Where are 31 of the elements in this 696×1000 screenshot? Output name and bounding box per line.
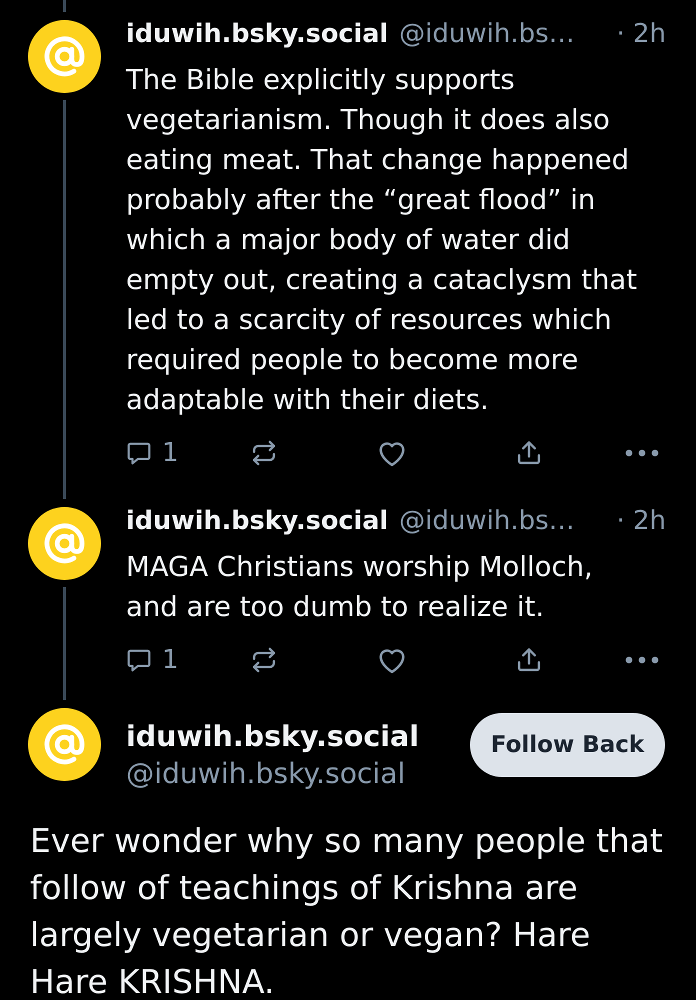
reply-button[interactable]: 1 <box>126 645 179 675</box>
display-name[interactable]: iduwih.bsky.social <box>126 16 388 52</box>
user-handle[interactable]: @iduwih.bsky.social <box>126 756 470 792</box>
display-name[interactable]: iduwih.bsky.social <box>126 718 470 756</box>
repost-button[interactable] <box>250 646 278 674</box>
post-text: MAGA Christians worship Molloch, and are too dumb to realize it. <box>126 550 594 625</box>
speech-bubble-icon <box>126 440 152 466</box>
ellipsis-icon <box>625 449 659 457</box>
repost-button[interactable] <box>250 439 278 467</box>
post-text: The Bible explicitly supports vegetarianism. Though it does also eating meat. That change happened probably after the “great flood” in which a major body of water did empty out, creating a cataclysm that led to a scarcity of resources which required people to become more adaptable with their diets. <box>126 63 638 418</box>
follow-back-button[interactable]: Follow Back <box>470 713 665 777</box>
share-button[interactable] <box>515 646 543 674</box>
share-icon <box>515 439 543 467</box>
post-time: · 2h <box>616 505 666 538</box>
avatar-icon[interactable] <box>28 507 101 580</box>
post-text: Ever wonder why so many people that follow of teachings of Krishna are largely vegetarian or vegan? Hare Hare KRISHNA. <box>30 821 664 1000</box>
share-button[interactable] <box>515 439 543 467</box>
repeat-arrows-icon <box>250 646 278 674</box>
post-time: · 2h <box>616 18 666 51</box>
user-handle[interactable]: @iduwih.bs… <box>399 16 575 52</box>
display-name[interactable]: iduwih.bsky.social <box>126 503 388 539</box>
more-button[interactable] <box>625 656 659 664</box>
ellipsis-icon <box>625 656 659 664</box>
repeat-arrows-icon <box>250 439 278 467</box>
user-handle[interactable]: @iduwih.bs… <box>399 503 575 539</box>
share-icon <box>515 646 543 674</box>
avatar-icon[interactable] <box>28 20 101 93</box>
reply-button[interactable]: 1 <box>126 438 179 468</box>
more-button[interactable] <box>625 449 659 457</box>
speech-bubble-icon <box>126 647 152 673</box>
avatar-icon[interactable] <box>28 708 101 781</box>
